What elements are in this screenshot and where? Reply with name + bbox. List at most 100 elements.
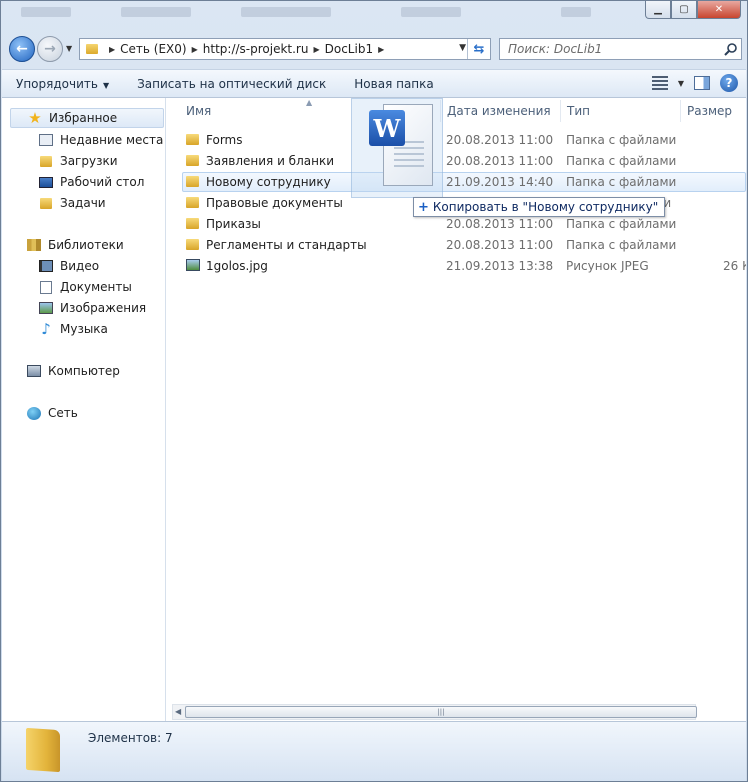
view-dropdown-icon[interactable]: ▼ <box>678 79 684 88</box>
scrollbar-thumb[interactable]: ||| <box>185 706 697 718</box>
file-type: Папка с файлами <box>566 217 677 231</box>
sidebar-label: Рабочий стол <box>60 175 145 189</box>
desktop-icon <box>38 175 54 189</box>
navigation-bar: ← → ▼ ▶ Сеть (EX0) ▶ http://s-projekt.ru… <box>7 34 742 66</box>
breadcrumb-network[interactable]: Сеть (EX0) <box>120 42 186 56</box>
breadcrumb-chevron-icon[interactable]: ▶ <box>192 45 198 54</box>
file-date: 21.09.2013 14:40 <box>446 175 554 189</box>
sidebar-item-pictures[interactable]: Изображения <box>38 298 146 318</box>
sidebar-item-documents[interactable]: Документы <box>38 277 132 297</box>
file-date: 21.09.2013 13:38 <box>446 259 554 273</box>
sidebar-label: Недавние места <box>60 133 164 147</box>
sidebar-label: Сеть <box>48 406 78 420</box>
window-controls: ▁ ▢ ✕ <box>645 1 741 19</box>
sidebar-item-network[interactable]: Сеть <box>26 403 78 423</box>
documents-icon <box>38 280 54 294</box>
file-date: 20.08.2013 11:00 <box>446 217 554 231</box>
back-button[interactable]: ← <box>9 36 35 62</box>
word-letter: W <box>369 110 405 146</box>
minimize-button[interactable]: ▁ <box>645 1 671 19</box>
breadcrumb-doclib[interactable]: DocLib1 <box>325 42 373 56</box>
command-bar: Упорядочить ▼ Записать на оптический диск… <box>2 69 746 98</box>
table-row[interactable]: Заявления и бланки 20.08.2013 11:00 Папк… <box>182 151 742 171</box>
folder-icon <box>186 218 199 229</box>
maximize-button[interactable]: ▢ <box>671 1 697 19</box>
chevron-down-icon: ▼ <box>102 80 110 90</box>
column-divider[interactable] <box>680 100 681 122</box>
sidebar-label: Документы <box>60 280 132 294</box>
file-name: Заявления и бланки <box>206 154 334 168</box>
breadcrumb-chevron-icon[interactable]: ▶ <box>313 45 319 54</box>
column-header-date[interactable]: Дата изменения <box>447 98 551 124</box>
sidebar-item-recent-places[interactable]: Недавние места <box>38 130 163 150</box>
sidebar-label: Задачи <box>60 196 106 210</box>
search-icon[interactable] <box>719 42 741 56</box>
folder-icon <box>186 134 199 145</box>
file-name: Правовые документы <box>206 196 343 210</box>
file-type: Папка с файлами <box>566 154 677 168</box>
address-bar[interactable]: ▶ Сеть (EX0) ▶ http://s-projekt.ru ▶ Doc… <box>79 38 491 60</box>
sidebar-label: Библиотеки <box>48 238 124 252</box>
sidebar-item-libraries[interactable]: Библиотеки <box>26 235 124 255</box>
folder-icon <box>86 44 98 54</box>
address-dropdown-icon[interactable]: ▼ <box>459 43 466 53</box>
sidebar-item-computer[interactable]: Компьютер <box>26 361 120 381</box>
file-name: Новому сотруднику <box>206 175 331 189</box>
content-area: ★ Избранное Недавние места Загрузки Рабо… <box>2 98 746 721</box>
horizontal-scrollbar[interactable]: ◀ ||| <box>172 704 697 720</box>
video-icon <box>38 259 54 273</box>
title-ghost-2 <box>121 7 191 17</box>
forward-button[interactable]: → <box>37 36 63 62</box>
item-count: Элементов: 7 <box>88 731 173 745</box>
music-icon: ♪ <box>41 320 51 338</box>
details-pane: Элементов: 7 <box>2 721 746 781</box>
file-name: 1golos.jpg <box>206 259 268 273</box>
help-icon[interactable]: ? <box>720 74 738 92</box>
column-header-type[interactable]: Тип <box>567 98 590 124</box>
libraries-icon <box>26 238 42 252</box>
folder-icon <box>186 155 199 166</box>
table-row-drop-target[interactable]: Новому сотруднику 21.09.2013 14:40 Папка… <box>182 172 746 192</box>
file-date: 20.08.2013 11:00 <box>446 133 554 147</box>
sidebar-item-desktop[interactable]: Рабочий стол <box>38 172 144 192</box>
table-row[interactable]: 1golos.jpg 21.09.2013 13:38 Рисунок JPEG… <box>182 256 746 276</box>
breadcrumb-chevron-icon[interactable]: ▶ <box>378 45 384 54</box>
organize-button[interactable]: Упорядочить ▼ <box>2 77 123 91</box>
sidebar-item-music[interactable]: ♪ Музыка <box>38 319 108 339</box>
view-options-icon[interactable] <box>651 76 668 90</box>
column-header-size[interactable]: Размер <box>687 98 732 124</box>
scroll-left-icon[interactable]: ◀ <box>175 707 181 716</box>
sidebar-item-tasks[interactable]: Задачи <box>38 193 106 213</box>
table-row[interactable]: Forms 20.08.2013 11:00 Папка с файлами <box>182 130 742 150</box>
explorer-window: ▁ ▢ ✕ ← → ▼ ▶ Сеть (EX0) ▶ http://s-proj… <box>0 0 748 782</box>
file-date: 20.08.2013 11:00 <box>446 238 554 252</box>
new-folder-button[interactable]: Новая папка <box>340 77 447 91</box>
computer-icon <box>26 364 42 378</box>
sidebar-item-downloads[interactable]: Загрузки <box>38 151 118 171</box>
burn-disc-button[interactable]: Записать на оптический диск <box>123 77 340 91</box>
drag-copy-tooltip: + Копировать в "Новому сотруднику" <box>413 197 666 217</box>
title-bar[interactable]: ▁ ▢ ✕ <box>1 1 747 31</box>
file-size: 26 К <box>723 259 746 273</box>
search-input[interactable]: Поиск: DocLib1 <box>499 38 742 60</box>
breadcrumb-site[interactable]: http://s-projekt.ru <box>203 42 309 56</box>
sort-ascending-icon: ▲ <box>306 98 313 107</box>
image-file-icon <box>186 259 200 271</box>
breadcrumb-chevron-icon[interactable]: ▶ <box>109 45 115 54</box>
network-icon <box>26 406 42 420</box>
sidebar-label: Загрузки <box>60 154 118 168</box>
preview-pane-icon[interactable] <box>694 76 710 90</box>
recent-pages-dropdown[interactable]: ▼ <box>66 44 72 53</box>
table-row[interactable]: Регламенты и стандарты 20.08.2013 11:00 … <box>182 235 742 255</box>
close-button[interactable]: ✕ <box>697 1 741 19</box>
sidebar-item-video[interactable]: Видео <box>38 256 99 276</box>
star-icon: ★ <box>28 109 42 127</box>
toolbar-right: ▼ ? <box>651 74 738 92</box>
table-row[interactable]: Приказы 20.08.2013 11:00 Папка с файлами <box>182 214 742 234</box>
maximize-icon: ▢ <box>679 4 689 15</box>
column-header-name[interactable]: Имя <box>186 98 211 124</box>
column-divider[interactable] <box>560 100 561 122</box>
sidebar-item-favorites[interactable]: ★ Избранное <box>10 108 164 128</box>
folder-icon <box>186 239 199 250</box>
refresh-icon[interactable]: ⇆ <box>467 39 490 59</box>
